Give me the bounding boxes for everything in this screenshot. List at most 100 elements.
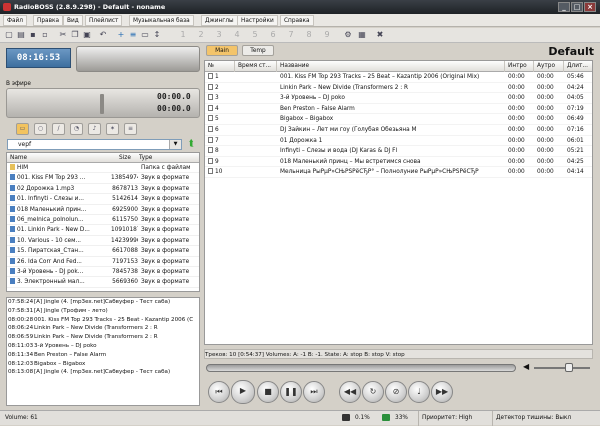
playlist-row[interactable]: 10 Мельница РыРµР»СЊРЅРёСЂР° – Полнолуние…	[205, 167, 592, 178]
menu-settings[interactable]: Настройки	[237, 15, 278, 26]
file-row[interactable]: 02 Дорожка 1.mp3 8678713 Звук в формате	[7, 184, 199, 195]
list-9-icon[interactable]: 9	[322, 30, 332, 40]
folder-select[interactable]: vepf	[7, 139, 182, 150]
tab-temp[interactable]: Temp	[242, 45, 274, 56]
playlist-row[interactable]: 5 Bigabox – Bigabox 00:00 00:00 06:49	[205, 114, 592, 125]
list-6-icon[interactable]: 6	[268, 30, 278, 40]
menu-music-library[interactable]: Музыкальная база	[129, 15, 194, 26]
cut-icon[interactable]: ✂	[58, 30, 68, 40]
scheduler-icon[interactable]: ⚙	[343, 30, 353, 40]
copy-icon[interactable]: ❐	[70, 30, 80, 40]
log-entry: 08:06:24Linkin Park – New Divide (Transf…	[7, 324, 199, 333]
insert-icon[interactable]: ≡	[128, 30, 138, 40]
menu-edit[interactable]: Правка	[33, 15, 64, 26]
column-outro[interactable]: Аутро	[534, 61, 564, 72]
track-file-icon	[208, 125, 213, 132]
column-size[interactable]: Size	[119, 153, 131, 163]
save-as-icon[interactable]: ▫	[40, 30, 50, 40]
db-icon[interactable]: ▦	[357, 30, 367, 40]
maximize-button[interactable]: □	[571, 2, 583, 12]
list-tab-icon[interactable]: ≡	[124, 123, 137, 135]
column-title[interactable]: Название	[277, 61, 505, 72]
open-folder-icon[interactable]: ▤	[16, 30, 26, 40]
time-tab-icon[interactable]: ◔	[70, 123, 83, 135]
folder-icon[interactable]: ▭	[140, 30, 150, 40]
menu-help[interactable]: Справка	[280, 15, 314, 26]
cancel-button[interactable]: ⊘	[385, 381, 407, 403]
audio-file-icon	[10, 278, 15, 285]
new-playlist-icon[interactable]: ▢	[4, 30, 14, 40]
file-size: 5669360	[112, 279, 138, 286]
list-5-icon[interactable]: 5	[250, 30, 260, 40]
file-name: 06_melnica_polnolun...	[10, 215, 113, 225]
track-intro: 00:00	[508, 137, 525, 144]
folder-up-icon[interactable]: ⮬	[186, 139, 198, 150]
star-tab-icon[interactable]: ✶	[106, 123, 119, 135]
file-size: 6617088	[112, 248, 138, 255]
column-intro[interactable]: Интро	[505, 61, 534, 72]
playlist-row[interactable]: 7 01 Дорожка 1 00:00 00:00 06:01	[205, 136, 592, 147]
file-row[interactable]: 001. Kiss FM Top 293 ... 13854974 Звук в ф…	[7, 173, 199, 184]
list-8-icon[interactable]: 8	[304, 30, 314, 40]
tab-main[interactable]: Main	[206, 45, 238, 56]
save-icon[interactable]: ▪	[28, 30, 38, 40]
playlist-row[interactable]: 8 Infinyti – Слезы и вода (DJ Karas & DJ …	[205, 146, 592, 157]
backward-button[interactable]: ◀◀	[339, 381, 361, 403]
list-1-icon[interactable]: 1	[178, 30, 188, 40]
column-name[interactable]: Name	[10, 153, 27, 163]
move-icon[interactable]: ↕	[152, 30, 162, 40]
file-row[interactable]: 10. Various - 10 сем... 14239996 Звук в фо…	[7, 236, 199, 247]
playlist-row[interactable]: 9 018 Маленький принц – Мы встретимся сно…	[205, 157, 592, 168]
file-row[interactable]: 018 Маленький прин... 6925900 Звук в форма…	[7, 205, 199, 215]
file-row[interactable]: 06_melnica_polnolun... 6115750 Звук в форм…	[7, 215, 199, 226]
file-row[interactable]: НІМ Папка с файлам	[7, 163, 199, 174]
volume-slider[interactable]	[534, 367, 590, 369]
list-2-icon[interactable]: 2	[196, 30, 206, 40]
playlist-row[interactable]: 1 001. Kiss FM Top 293 Tracks – 25 Beat –…	[205, 72, 592, 83]
list-3-icon[interactable]: 3	[214, 30, 224, 40]
playlist-row[interactable]: 2 Linkin Park – New Divide (Transformers …	[205, 83, 592, 94]
file-row[interactable]: 01. Linkin Park - New D... 10910187 Звук в…	[7, 225, 199, 236]
file-row[interactable]: 3. Электронный мал... 5669360 Звук в форма…	[7, 277, 199, 288]
menu-playlist[interactable]: Плейлист	[85, 15, 123, 26]
seek-bar[interactable]	[206, 364, 516, 372]
column-duration[interactable]: Длит...	[564, 61, 592, 72]
play-button[interactable]: ▶	[231, 380, 255, 404]
chevron-down-icon[interactable]: ▼	[169, 140, 181, 149]
file-row[interactable]: 15. Пиратская_Стан... 6617088 Звук в форма…	[7, 246, 199, 257]
music-tab-icon[interactable]: ♪	[88, 123, 101, 135]
info-tab-icon[interactable]: /	[52, 123, 65, 135]
search-tab-icon[interactable]: ○	[34, 123, 47, 135]
column-start-time[interactable]: Время ст...	[235, 61, 277, 72]
column-number[interactable]: №	[205, 61, 235, 72]
volume-slider-handle[interactable]	[565, 363, 573, 372]
playlist-row[interactable]: 4 Ben Preston – False Alarm 00:00 00:00 07:1…	[205, 104, 592, 115]
file-row[interactable]: 3-й Уровень - DJ pok... 7845738 Звук в фор…	[7, 267, 199, 278]
column-type[interactable]: Type	[139, 153, 152, 163]
list-4-icon[interactable]: 4	[232, 30, 242, 40]
menu-file[interactable]: Файл	[3, 15, 28, 26]
pause-button[interactable]: ❚❚	[280, 381, 302, 403]
close-button[interactable]: ×	[584, 2, 596, 12]
menu-view[interactable]: Вид	[63, 15, 83, 26]
mic-button[interactable]: ♩	[408, 381, 430, 403]
paste-icon[interactable]: ▣	[82, 30, 92, 40]
folder-tab-icon[interactable]: ▭	[16, 123, 29, 135]
next-button[interactable]: ⏭	[303, 381, 325, 403]
list-7-icon[interactable]: 7	[286, 30, 296, 40]
stop-button[interactable]: ■	[257, 381, 279, 403]
tools-icon[interactable]: ✖	[375, 30, 385, 40]
file-type: Звук в формате	[141, 206, 190, 213]
file-type: Звук в формате	[141, 185, 190, 192]
undo-icon[interactable]: ↶	[98, 30, 108, 40]
repeat-button[interactable]: ↻	[362, 381, 384, 403]
menu-jingles[interactable]: Джинглы	[201, 15, 238, 26]
minimize-button[interactable]: _	[558, 2, 570, 12]
file-row[interactable]: 01. Infinyti - Слезы и... 5142614 Звук в ф…	[7, 194, 199, 205]
add-track-icon[interactable]: +	[116, 30, 126, 40]
playlist-row[interactable]: 6 DJ Зайкин – Лет ми гоу (Голубая Обезьян…	[205, 125, 592, 136]
playlist-row[interactable]: 3 3-й Уровень – DJ poko 00:00 00:00 04:05	[205, 93, 592, 104]
forward-button[interactable]: ▶▶	[431, 381, 453, 403]
file-row[interactable]: 26. Ida Corr And Fed... 7197153 Звук в фор…	[7, 257, 199, 267]
previous-button[interactable]: ⏮	[208, 381, 230, 403]
